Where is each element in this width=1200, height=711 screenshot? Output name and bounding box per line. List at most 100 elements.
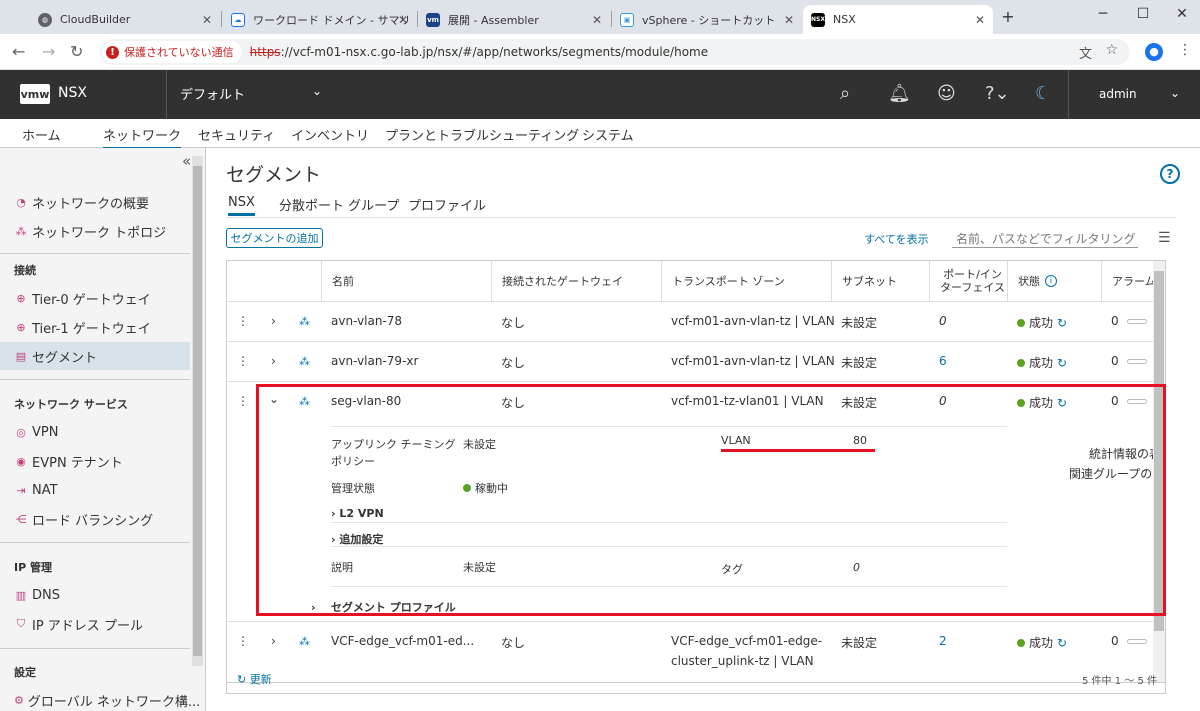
close-icon[interactable]: ✕	[202, 13, 212, 27]
segment-name[interactable]: VCF-edge_vcf-m01-ed...	[331, 634, 474, 648]
bell-icon[interactable]: 🔔︎	[888, 83, 911, 104]
star-icon[interactable]: ☆	[1105, 42, 1118, 58]
sidebar-item-nat[interactable]: ⇥ NAT	[0, 476, 190, 504]
sidebar-item-load-balancing[interactable]: ⋲ ロード バランシング	[0, 505, 190, 533]
security-warning-chip[interactable]: ! 保護されていない通信	[102, 41, 242, 63]
url-input[interactable]: ! 保護されていない通信 https ://vcf-m01-nsx.c.go-l…	[100, 39, 1130, 65]
translate-icon[interactable]: ⽂	[1079, 43, 1092, 62]
sidebar-scrollbar[interactable]	[192, 156, 203, 666]
table-row[interactable]: ⋮ › ⁂ avn-vlan-78 なし vcf-m01-avn-vlan-tz…	[227, 301, 1165, 341]
nav-security[interactable]: セキュリティ	[198, 125, 275, 144]
column-header-subnet[interactable]: サブネット	[831, 261, 929, 301]
filter-icon[interactable]: ☰	[1158, 230, 1171, 246]
subnet: 未設定	[841, 316, 878, 330]
alarm-bar	[1126, 359, 1147, 364]
sidebar-item-dns[interactable]: ▥ DNS	[0, 581, 190, 609]
segment-name[interactable]: avn-vlan-79-xr	[331, 354, 418, 368]
new-tab-button[interactable]: +	[998, 7, 1018, 26]
show-all-link[interactable]: すべてを表示	[864, 231, 929, 247]
close-icon[interactable]: ✕	[784, 13, 794, 27]
smiley-icon[interactable]: ☺	[937, 83, 956, 104]
row-actions-icon[interactable]: ⋮	[237, 394, 249, 408]
tab-distributed-port-groups[interactable]: 分散ポート グループ	[279, 195, 399, 214]
back-arrow-icon[interactable]: ←	[12, 42, 25, 61]
moon-icon[interactable]: ☾	[1035, 83, 1051, 104]
nav-system[interactable]: システム	[582, 125, 634, 144]
chevron-right-icon[interactable]: ›	[271, 634, 276, 648]
sidebar-item-evpn[interactable]: ◉ EVPN テナント	[0, 447, 190, 475]
add-segment-button[interactable]: セグメントの追加	[226, 228, 323, 248]
browser-tab-assembler[interactable]: vm 展開 - Assembler ✕	[418, 5, 610, 34]
ports-count-link[interactable]: 2	[939, 634, 947, 648]
sidebar-divider	[0, 253, 190, 254]
column-header-gateway[interactable]: 接続されたゲートウェイ	[491, 261, 661, 301]
refresh-icon[interactable]: ↻	[1057, 356, 1067, 370]
filter-input[interactable]: 名前、パスなどでフィルタリング	[952, 226, 1138, 248]
evpn-icon: ◉	[16, 454, 26, 468]
column-header-transport-zone[interactable]: トランスポート ゾーン	[661, 261, 831, 301]
menu-dots-icon[interactable]: ⋮	[1178, 42, 1192, 58]
browser-tab-nsx[interactable]: NSX NSX ✕	[803, 5, 993, 34]
close-icon[interactable]: ✕	[398, 13, 408, 27]
column-header-status[interactable]: 状態 i	[1007, 261, 1101, 301]
chevron-right-icon[interactable]: ›	[271, 354, 276, 368]
reload-icon[interactable]: ↻	[70, 42, 83, 61]
close-icon[interactable]: ✕	[975, 13, 985, 27]
help-icon[interactable]: ?	[1160, 164, 1180, 184]
browser-tab-workload[interactable]: ☁ ワークロード ドメイン - サマリ ✕	[223, 5, 416, 34]
scroll-thumb[interactable]	[193, 166, 202, 656]
refresh-icon[interactable]: ↻	[1057, 316, 1067, 330]
context-dropdown[interactable]: デフォルト ⌄	[180, 84, 330, 106]
sidebar-item-vpn[interactable]: ◎ VPN	[0, 418, 190, 446]
chevron-down-icon[interactable]: ⌄	[1170, 86, 1180, 100]
profile-avatar-icon[interactable]: ●	[1145, 43, 1163, 61]
nav-networking[interactable]: ネットワーク	[103, 125, 182, 150]
refresh-button[interactable]: ↻ 更新	[237, 671, 272, 687]
alarm-cell: 0	[1111, 314, 1147, 328]
user-menu[interactable]: admin	[1099, 87, 1137, 101]
help-icon[interactable]: ?⌄	[985, 83, 1010, 104]
browser-tab-cloudbuilder[interactable]: ◍ CloudBuilder ✕	[30, 5, 220, 34]
maximize-button[interactable]: ☐	[1133, 6, 1153, 22]
alarm-count: 0	[1111, 354, 1119, 368]
column-header-ports[interactable]: ポート/イン ターフェイス	[929, 261, 1007, 301]
sidebar-item-global-network[interactable]: ⚙ グローバル ネットワーク構...	[0, 686, 200, 711]
segment-icon: ▤	[15, 349, 27, 363]
refresh-icon[interactable]: ↻	[1057, 636, 1067, 650]
tab-nsx[interactable]: NSX	[228, 195, 255, 216]
tab-title: vSphere - ショートカット	[642, 13, 776, 27]
chevron-down-icon: ⌄	[311, 84, 322, 98]
sidebar-item-tier1[interactable]: ⊕ Tier-1 ゲートウェイ	[0, 313, 190, 341]
row-actions-icon[interactable]: ⋮	[237, 314, 249, 328]
sidebar-item-label: Tier-0 ゲートウェイ	[32, 292, 151, 308]
minimize-button[interactable]: ─	[1093, 6, 1113, 22]
column-header-name[interactable]: 名前	[321, 261, 491, 301]
table-row[interactable]: ⋮ › ⁂ avn-vlan-79-xr なし vcf-m01-avn-vlan…	[227, 341, 1165, 381]
nav-plan-troubleshoot[interactable]: プランとトラブルシューティング	[385, 125, 579, 144]
browser-tab-vsphere[interactable]: ▣ vSphere - ショートカット ✕	[612, 5, 802, 34]
main-nav: ホーム ネットワーク セキュリティ インベントリ プランとトラブルシューティング…	[0, 119, 1200, 150]
url-scheme: https	[249, 45, 281, 59]
sidebar-item-network-overview[interactable]: ◔ ネットワークの概要	[0, 188, 190, 216]
status-text: 成功	[1029, 356, 1054, 370]
sidebar-item-network-topology[interactable]: ⁂ ネットワーク トポロジ	[0, 217, 190, 245]
transport-zone: vcf-m01-avn-vlan-tz | VLAN	[671, 314, 835, 328]
nav-home[interactable]: ホーム	[22, 125, 61, 144]
search-icon[interactable]: ⌕	[840, 83, 850, 104]
chevron-right-icon[interactable]: ›	[271, 314, 276, 328]
sidebar-item-tier0[interactable]: ⊕ Tier-0 ゲートウェイ	[0, 284, 190, 312]
row-actions-icon[interactable]: ⋮	[237, 354, 249, 368]
info-icon[interactable]: i	[1045, 275, 1057, 287]
sidebar-item-segments[interactable]: ▤ セグメント	[0, 342, 190, 370]
nav-inventory[interactable]: インベントリ	[291, 125, 369, 144]
close-icon[interactable]: ✕	[592, 13, 602, 27]
ports-count-link[interactable]: 6	[939, 354, 947, 368]
row-actions-icon[interactable]: ⋮	[237, 634, 249, 648]
close-window-button[interactable]: ✕	[1172, 6, 1192, 22]
status-text: 成功	[1029, 316, 1054, 330]
segment-name[interactable]: avn-vlan-78	[331, 314, 402, 328]
forward-arrow-icon[interactable]: →	[42, 42, 55, 61]
collapse-sidebar-icon[interactable]: «	[182, 152, 191, 170]
tab-profiles[interactable]: プロファイル	[408, 195, 486, 214]
sidebar-item-ip-pools[interactable]: ⛉ IP アドレス プール	[0, 610, 190, 638]
